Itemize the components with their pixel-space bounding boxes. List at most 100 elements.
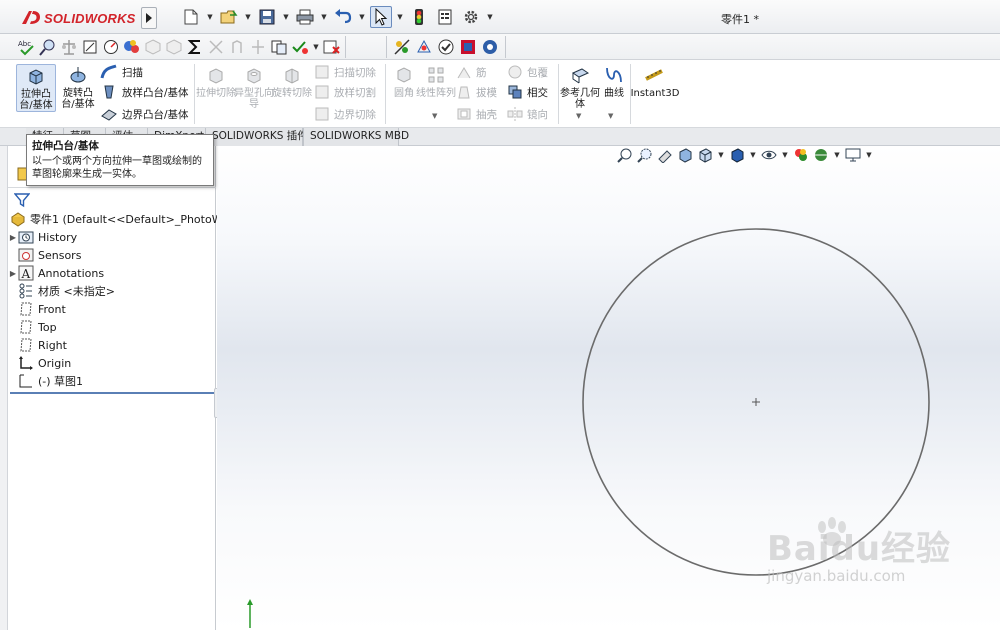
draft-button[interactable]: 拔模 xyxy=(456,82,497,102)
file-properties-button[interactable] xyxy=(434,6,456,28)
sweep-label: 扫描 xyxy=(122,66,143,79)
boundary-cut-button[interactable]: 边界切除 xyxy=(314,104,376,124)
tab-mbd[interactable]: SOLIDWORKS MBD xyxy=(303,128,409,146)
sensors-icon xyxy=(18,247,34,263)
graphics-area[interactable]: ▼ ▼ ▼ ▼ ▼ Baidu经验 jingyan.baidu.com xyxy=(217,146,1000,630)
extrude-boss-button[interactable]: 拉伸凸台/基体 xyxy=(16,64,56,112)
curves-label: 曲线 xyxy=(604,88,624,99)
extruded-cut-button[interactable]: 拉伸切除 xyxy=(196,64,236,99)
new-dropdown[interactable]: ▼ xyxy=(206,6,214,28)
hole-wizard-button[interactable]: 异型孔向导 xyxy=(234,64,274,110)
undercut-button[interactable] xyxy=(228,38,246,56)
part-icon xyxy=(10,211,26,227)
sweep-button[interactable]: 扫描 xyxy=(100,62,143,82)
print-dropdown[interactable]: ▼ xyxy=(320,6,328,28)
symmetry-check-button[interactable] xyxy=(323,38,341,56)
photoview-button[interactable] xyxy=(459,38,477,56)
lofted-cut-button[interactable]: 放样切割 xyxy=(314,82,376,102)
ribbon-separator xyxy=(558,64,559,124)
print-button[interactable] xyxy=(294,6,316,28)
menu-expand-button[interactable] xyxy=(141,7,157,29)
tooltip-body: 以一个或两个方向拉伸一草图或绘制的草图轮廓来生成一实体。 xyxy=(32,156,202,180)
loft-button[interactable]: 放样凸台/基体 xyxy=(100,82,189,102)
check-button[interactable] xyxy=(291,38,309,56)
equations-button[interactable] xyxy=(186,38,204,56)
expand-arrow-icon[interactable]: ▶ xyxy=(8,233,18,242)
section-properties-button[interactable] xyxy=(81,38,99,56)
cursor-arrow-icon xyxy=(375,8,388,26)
svg-text:A: A xyxy=(21,267,31,281)
curves-dropdown[interactable]: ▼ xyxy=(608,112,613,120)
rebuild-button[interactable] xyxy=(408,6,430,28)
boundary-boss-button[interactable]: 边界凸台/基体 xyxy=(100,104,189,124)
check-entity-button[interactable] xyxy=(144,38,162,56)
tools-group: Abc ▼ xyxy=(18,36,346,58)
tree-item-front[interactable]: Front xyxy=(8,300,216,318)
new-document-icon xyxy=(184,9,198,25)
pattern-dropdown[interactable]: ▼ xyxy=(432,112,437,120)
tab-addins[interactable]: SOLIDWORKS 插件 xyxy=(206,128,308,146)
tree-item-label: Top xyxy=(38,320,57,334)
tree-root-label: 零件1 (Default<<Default>_PhotoWorks xyxy=(30,213,218,226)
tree-item-label: Front xyxy=(38,302,66,316)
statistics-button[interactable] xyxy=(123,38,141,56)
open-dropdown[interactable]: ▼ xyxy=(244,6,252,28)
filter-icon[interactable] xyxy=(14,192,30,208)
swept-cut-label: 扫描切除 xyxy=(334,66,376,79)
geometry-analysis-button[interactable] xyxy=(165,38,183,56)
measure-button[interactable] xyxy=(39,38,57,56)
open-button[interactable] xyxy=(218,6,240,28)
sensor-button[interactable] xyxy=(102,38,120,56)
boundary-boss-icon xyxy=(101,109,117,121)
swept-cut-button[interactable]: 扫描切除 xyxy=(314,62,376,82)
tree-item-sketch1[interactable]: (-) 草图1 xyxy=(8,372,216,390)
instant3d-button[interactable]: Instant3D xyxy=(630,64,680,99)
tree-root[interactable]: 零件1 (Default<<Default>_PhotoWorks xyxy=(10,210,218,228)
revolve-boss-button[interactable]: 旋转凸台/基体 xyxy=(58,64,98,110)
linear-pattern-button[interactable]: 线性阵列 xyxy=(416,64,456,99)
draft-analysis-icon xyxy=(209,40,223,54)
rib-button[interactable]: 筋 xyxy=(456,62,487,82)
wrap-button[interactable]: 包覆 xyxy=(507,62,548,82)
curves-button[interactable]: 曲线 xyxy=(594,64,634,99)
reference-geometry-dropdown[interactable]: ▼ xyxy=(576,112,581,120)
select-button[interactable] xyxy=(370,6,392,28)
spell-check-button[interactable]: Abc xyxy=(18,38,36,56)
circle-center-mark[interactable] xyxy=(752,398,760,406)
intersect-button[interactable]: 相交 xyxy=(507,82,548,102)
extrude-boss-icon xyxy=(29,69,43,85)
tree-item-history[interactable]: ▶ History xyxy=(8,228,216,246)
expand-arrow-icon[interactable]: ▶ xyxy=(8,269,18,278)
draft-analysis-button[interactable] xyxy=(207,38,225,56)
revolved-cut-button[interactable]: 旋转切除 xyxy=(272,64,312,99)
mirror-button[interactable]: 镜向 xyxy=(507,104,548,124)
tree-item-material[interactable]: 材质 <未指定> xyxy=(8,282,216,300)
toolbox-button[interactable] xyxy=(415,38,433,56)
undo-dropdown[interactable]: ▼ xyxy=(358,6,366,28)
tree-item-sensors[interactable]: Sensors xyxy=(8,246,216,264)
tree-item-annotations[interactable]: ▶ A Annotations xyxy=(8,264,216,282)
options-button[interactable] xyxy=(460,6,482,28)
validate-button[interactable] xyxy=(437,38,455,56)
quick-access-toolbar: ▼ ▼ ▼ ▼ ▼ ▼ ▼ xyxy=(180,6,494,28)
check-dropdown[interactable]: ▼ xyxy=(312,36,320,58)
save-button[interactable] xyxy=(256,6,278,28)
select-dropdown[interactable]: ▼ xyxy=(396,6,404,28)
tree-item-top[interactable]: Top xyxy=(8,318,216,336)
design-checker-button[interactable] xyxy=(393,38,411,56)
undo-button[interactable] xyxy=(332,6,354,28)
undo-icon xyxy=(335,9,352,24)
compare-documents-button[interactable] xyxy=(270,38,288,56)
tree-item-right[interactable]: Right xyxy=(8,336,216,354)
parting-line-button[interactable] xyxy=(249,38,267,56)
app-logo[interactable]: SOLIDWORKS xyxy=(20,7,136,29)
options-dropdown[interactable]: ▼ xyxy=(486,6,494,28)
logo-text: SOLIDWORKS xyxy=(44,10,136,26)
simulation-button[interactable] xyxy=(481,38,499,56)
shell-button[interactable]: 抽壳 xyxy=(456,104,497,124)
mass-properties-button[interactable] xyxy=(60,38,78,56)
secondary-toolbar: Abc ▼ xyxy=(0,34,1000,60)
save-dropdown[interactable]: ▼ xyxy=(282,6,290,28)
tree-item-origin[interactable]: Origin xyxy=(8,354,216,372)
new-document-button[interactable] xyxy=(180,6,202,28)
